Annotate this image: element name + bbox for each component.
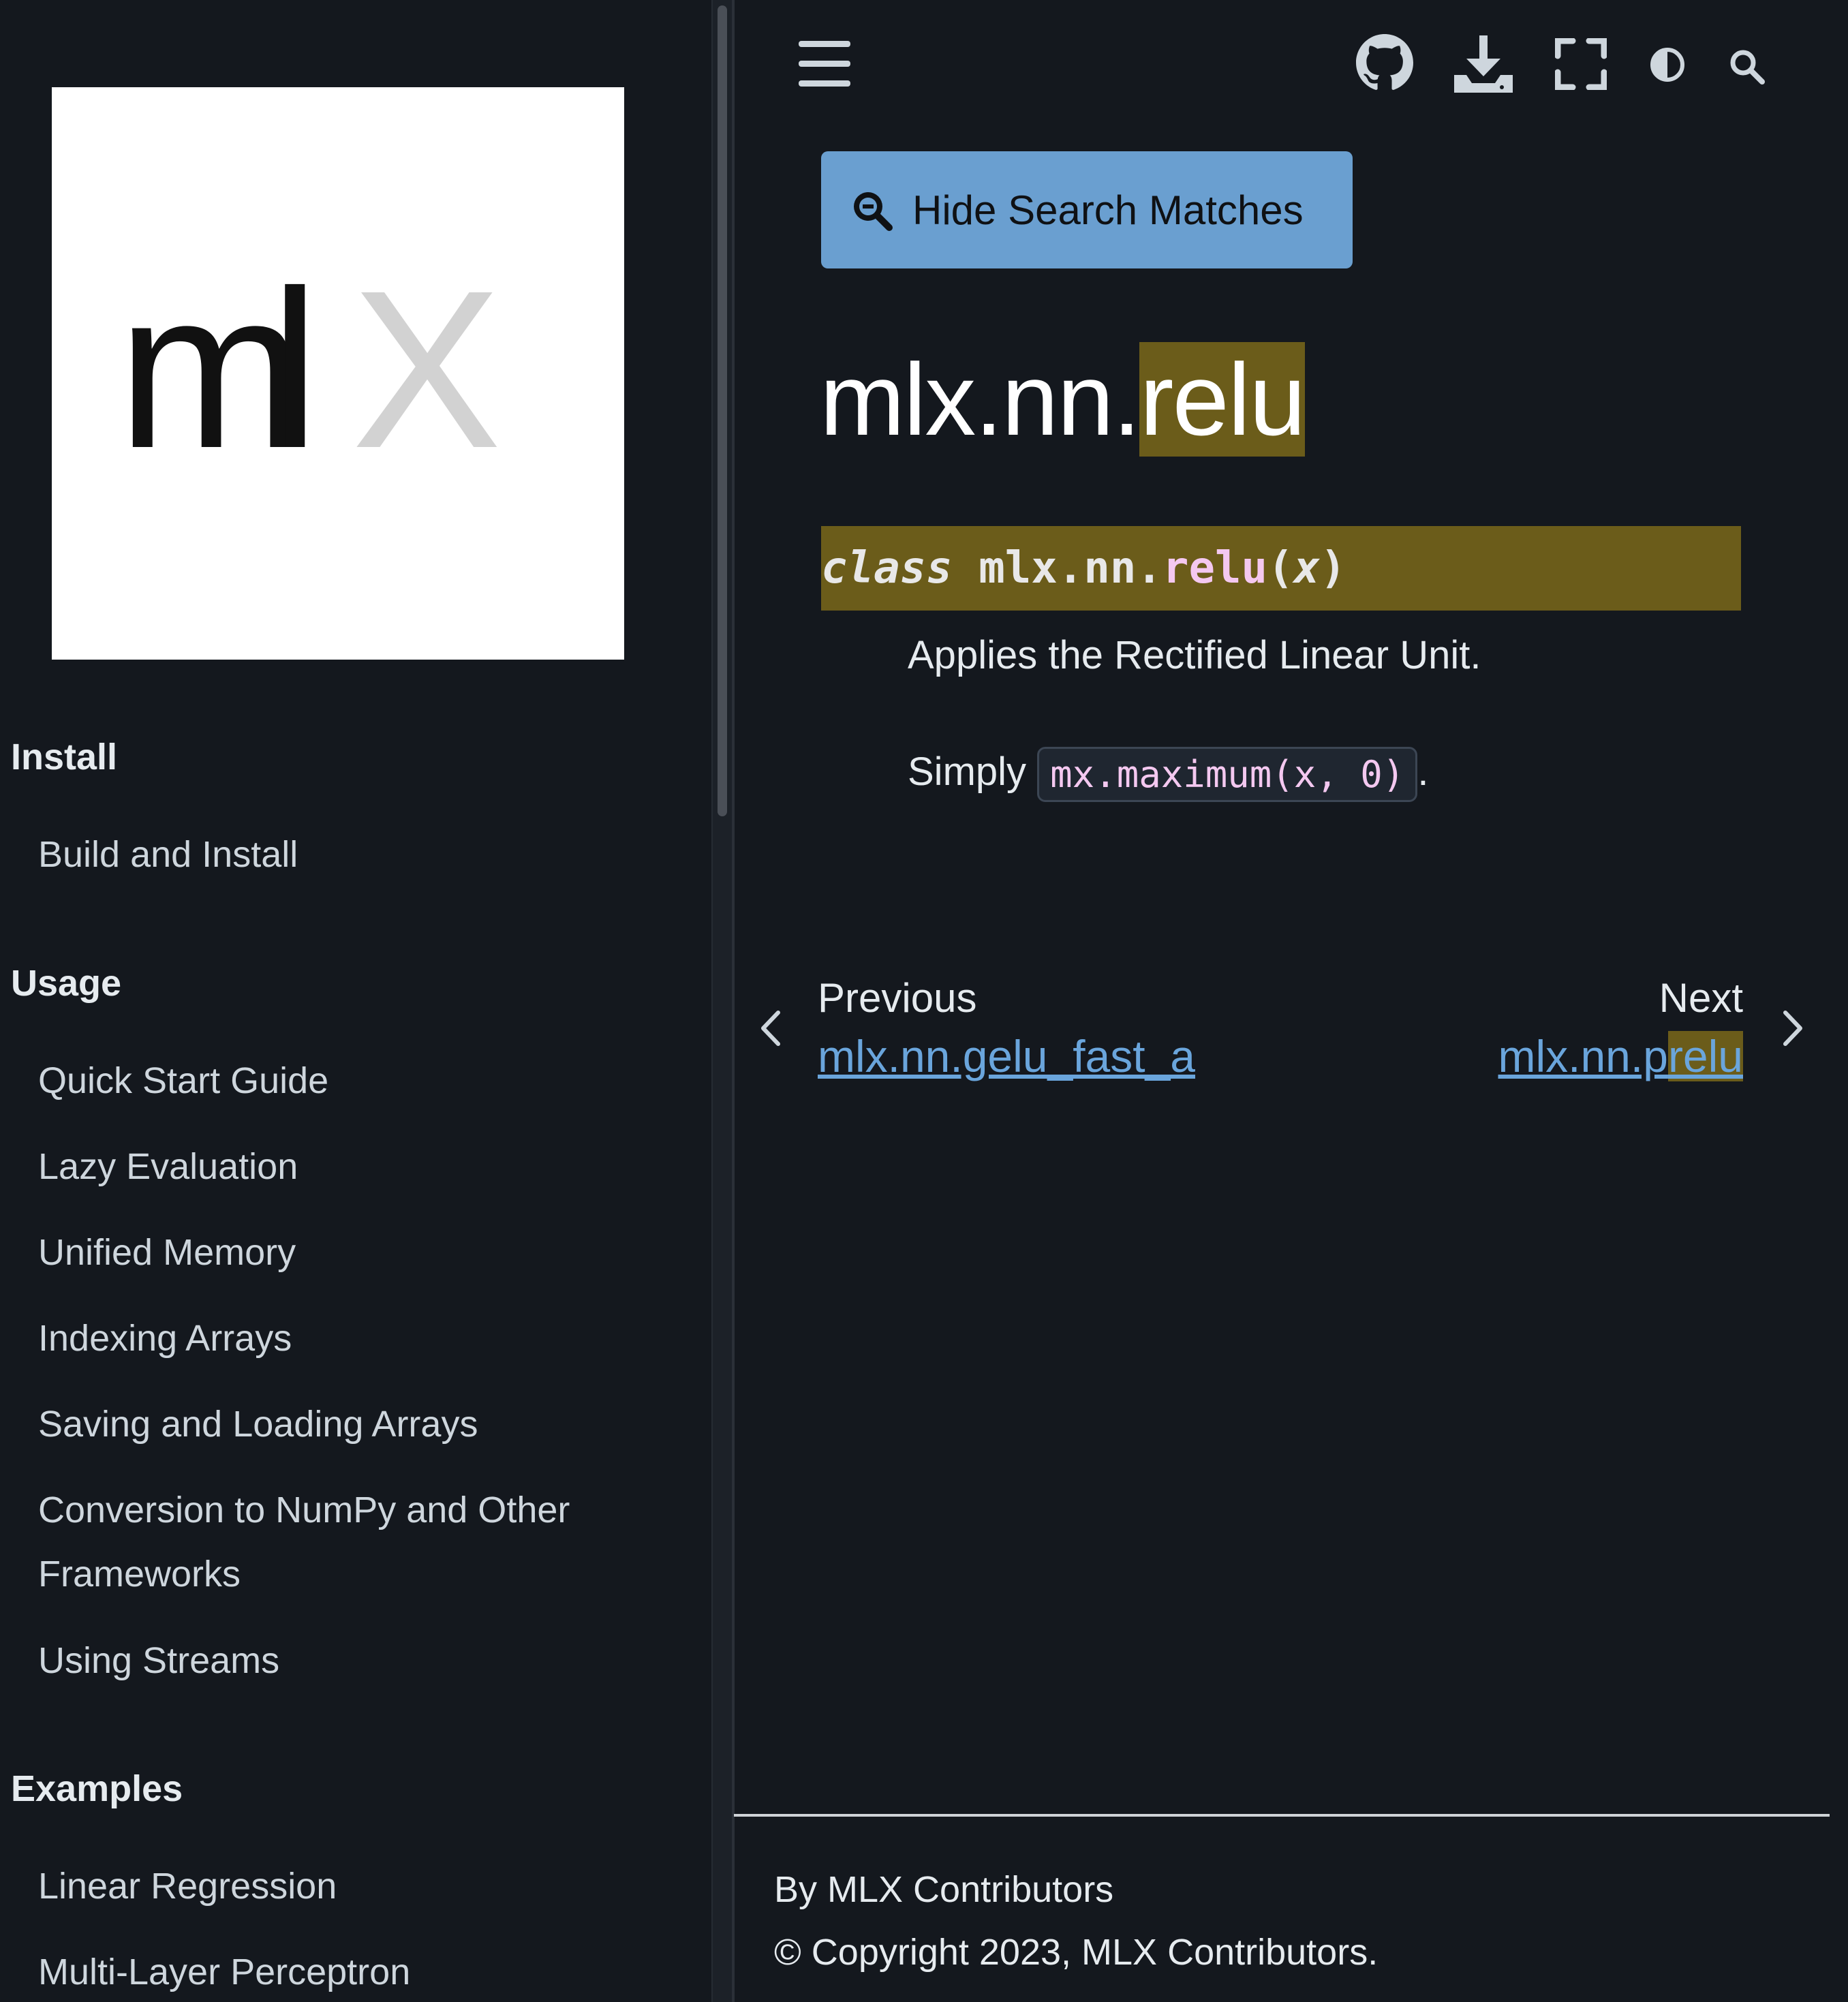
simply-text: Simply: [908, 749, 1027, 794]
next-link[interactable]: mlx.nn.prelu: [1498, 1030, 1743, 1082]
nav-item-build-and-install[interactable]: Build and Install: [38, 822, 298, 887]
svg-text:l: l: [270, 243, 320, 495]
signature-param: x: [1293, 543, 1321, 594]
next-link-highlight: relu: [1667, 1031, 1743, 1081]
mlx-logo-image: m l X: [117, 243, 502, 495]
sidebar-scrollbar-thumb[interactable]: [718, 5, 727, 816]
sidebar-scrollbar[interactable]: [711, 0, 733, 2002]
page-title: mlx.nn.relu: [820, 341, 1306, 459]
signature-keyword: class: [821, 543, 953, 594]
download-icon[interactable]: [1454, 35, 1513, 93]
description: Applies the Rectified Linear Unit.: [908, 633, 1481, 677]
nav-item-linear-regression[interactable]: Linear Regression: [38, 1854, 337, 1918]
signature-close-paren: ): [1320, 543, 1346, 594]
simply-line: Simply mx.maximum(x, 0).: [908, 747, 1428, 802]
footer-by: By MLX Contributors: [774, 1869, 1114, 1910]
footer-divider: [734, 1814, 1830, 1817]
nav-item-saving-and-loading-arrays[interactable]: Saving and Loading Arrays: [38, 1392, 478, 1456]
svg-text:X: X: [352, 243, 502, 495]
footer-copyright: © Copyright 2023, MLX Contributors.: [774, 1932, 1379, 1973]
sidebar: m l X Install Build and Install Usage Qu…: [0, 0, 711, 2002]
next-label: Next: [1659, 975, 1743, 1021]
nav-item-quick-start-guide[interactable]: Quick Start Guide: [38, 1049, 328, 1113]
sidebar-divider: [732, 0, 735, 2002]
page-title-highlight: relu: [1139, 342, 1306, 457]
nav-item-lazy-evaluation[interactable]: Lazy Evaluation: [38, 1135, 298, 1199]
nav-item-conversion-to-numpy[interactable]: Conversion to NumPy and Other Frameworks: [38, 1478, 624, 1606]
hide-search-matches-label: Hide Search Matches: [912, 187, 1304, 233]
search-icon[interactable]: [1728, 48, 1765, 84]
previous-label: Previous: [818, 975, 977, 1021]
simply-period: .: [1417, 749, 1429, 794]
class-signature: class mlx.nn. relu(x): [821, 526, 1741, 611]
nav-item-multi-layer-perceptron[interactable]: Multi-Layer Perceptron: [38, 1940, 410, 2002]
fullscreen-icon[interactable]: [1555, 38, 1607, 90]
nav-caption-usage: Usage: [11, 963, 122, 1004]
nav-item-indexing-arrays[interactable]: Indexing Arrays: [38, 1306, 292, 1370]
nav-item-using-streams[interactable]: Using Streams: [38, 1629, 279, 1693]
hide-search-matches-button[interactable]: Hide Search Matches: [821, 151, 1353, 268]
signature-open-paren: (: [1267, 543, 1294, 594]
chevron-right-icon[interactable]: [1781, 1010, 1804, 1047]
theme-toggle-icon[interactable]: [1649, 46, 1686, 83]
next-link-prefix: mlx.nn.p: [1498, 1031, 1668, 1081]
chevron-left-icon[interactable]: [759, 1010, 782, 1047]
mlx-logo[interactable]: m l X: [52, 87, 624, 660]
signature-module: mlx.nn.: [979, 543, 1162, 594]
previous-link[interactable]: mlx.nn.gelu_fast_a: [818, 1030, 1195, 1082]
page-title-prefix: mlx.nn.: [820, 342, 1141, 457]
github-icon[interactable]: [1356, 34, 1413, 91]
menu-icon[interactable]: [799, 40, 850, 89]
search-minus-icon: [854, 192, 893, 231]
nav-caption-install: Install: [11, 737, 118, 777]
nav-caption-examples: Examples: [11, 1768, 183, 1809]
nav-item-unified-memory[interactable]: Unified Memory: [38, 1220, 296, 1284]
inline-code: mx.maximum(x, 0): [1037, 747, 1418, 802]
signature-name: relu: [1162, 543, 1268, 594]
